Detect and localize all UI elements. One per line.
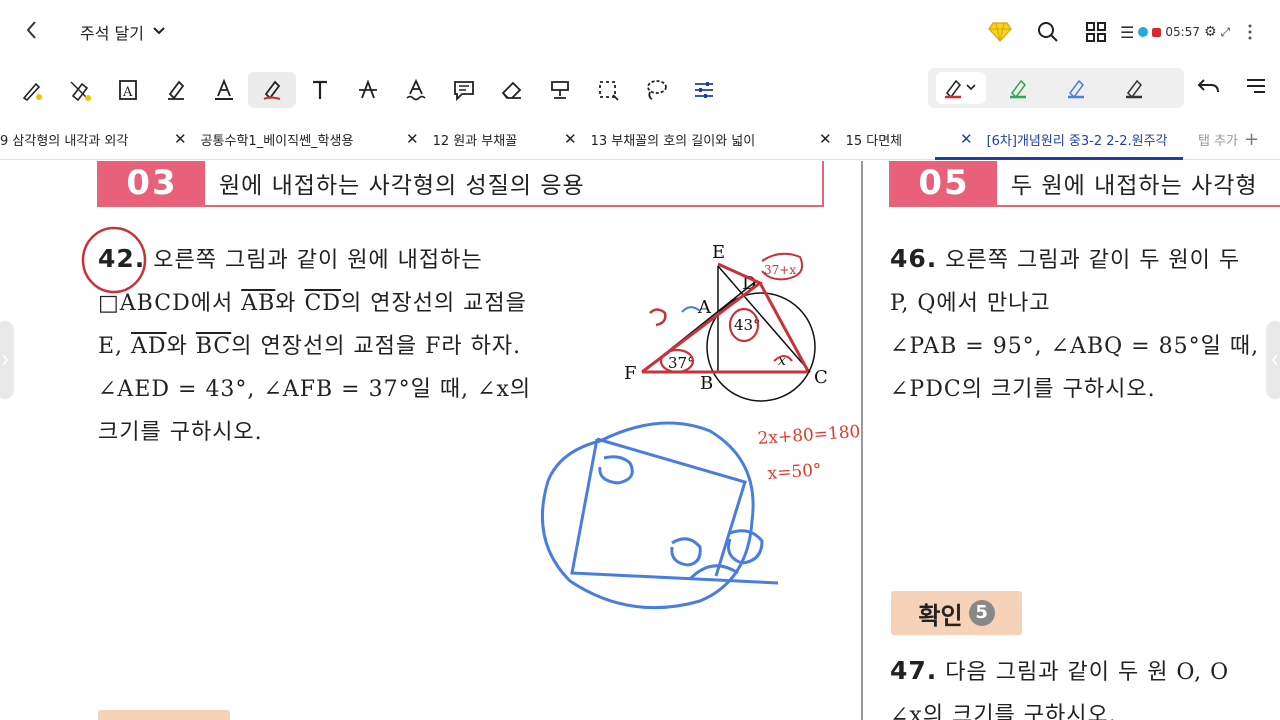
list-icon: ☰ — [1120, 22, 1135, 42]
handwritten-circle — [81, 226, 147, 294]
question-line: P, Q에서 만나고 — [890, 291, 1051, 316]
question-line: ∠PAB = 95°, ∠ABQ = 85°일 때, — [890, 334, 1260, 359]
label-c: C — [814, 367, 828, 388]
comment-icon[interactable] — [440, 72, 488, 108]
section-title: 두 원에 내접하는 사각형 — [1011, 173, 1258, 199]
next-page-handle[interactable] — [1266, 321, 1280, 399]
close-icon[interactable]: ✕ — [564, 130, 577, 148]
section-header: 05 두 원에 내접하는 사각형 — [889, 161, 1280, 207]
annotate-menu-button[interactable]: 주석 달기 — [80, 20, 166, 44]
tab-label: 13 부채꼴의 호의 길이와 넓이 — [590, 133, 756, 149]
question-number: 47. — [890, 656, 938, 685]
question-text: 다음 그림과 같이 두 원 O, O — [945, 660, 1230, 685]
highlighter-icon[interactable] — [152, 72, 200, 108]
premium-diamond-icon[interactable] — [976, 16, 1024, 48]
figure-and-handwriting: E D A F B C 43° 37° x 37+x 2x+80=180 x=5… — [81, 226, 860, 610]
geometry-figure: E D A F B C 43° 37° x — [624, 242, 828, 402]
pen-icon[interactable] — [248, 72, 296, 108]
pen-preset-red[interactable] — [936, 72, 986, 104]
active-tab-indicator — [935, 157, 1183, 160]
tab-label: [6차]개념원리 중3-2 2-2.원주각 — [986, 133, 1168, 149]
eraser-icon[interactable] — [488, 72, 536, 108]
tab-item-active[interactable]: ✕ [6차]개념원리 중3-2 2-2.원주각 — [960, 120, 1168, 158]
handwritten-answer: x=50° — [767, 460, 822, 484]
plus-icon: + — [1244, 128, 1260, 150]
chevron-left-icon[interactable] — [22, 18, 46, 46]
question-47: 47. 다음 그림과 같이 두 원 O, O ∠x의 크기를 구하시오. — [890, 649, 1280, 720]
label-a: A — [697, 297, 712, 318]
tab-label: 9 삼각형의 내각과 외각 — [0, 133, 129, 149]
label-f: F — [624, 363, 637, 384]
stamp-icon[interactable] — [536, 72, 584, 108]
more-vert-icon[interactable] — [1240, 16, 1260, 48]
select-icon[interactable] — [584, 72, 632, 108]
tab-item[interactable]: ✕ 13 부채꼴의 호의 길이와 넓이 — [564, 120, 755, 158]
record-icon — [1152, 27, 1162, 37]
page-divider — [861, 161, 863, 720]
notification-dot-icon — [1138, 27, 1149, 37]
toolbar-more-icon[interactable] — [1244, 74, 1268, 101]
text-color-icon[interactable] — [200, 72, 248, 108]
tab-bar: 9 삼각형의 내각과 외각 ✕ 공통수학1_베이직쎈_학생용 ✕ 12 원과 부… — [0, 120, 1280, 160]
pen-preset-blue[interactable] — [1052, 72, 1102, 104]
next-section-label — [98, 710, 230, 720]
question-line: 46. 오른쪽 그림과 같이 두 원이 두 — [890, 237, 1280, 282]
pen-preset-group — [928, 68, 1184, 108]
question-number: 46. — [890, 244, 938, 273]
undo-icon[interactable] — [1196, 74, 1224, 103]
annotate-menu-label: 주석 달기 — [80, 24, 144, 43]
check-label: 확인 5 — [891, 591, 1022, 635]
pen-preset-green[interactable] — [994, 72, 1044, 104]
question-46: 46. 오른쪽 그림과 같이 두 원이 두 P, Q에서 만나고 ∠PAB = … — [890, 237, 1280, 411]
svg-text:A: A — [122, 85, 133, 100]
eraser-pen-icon[interactable] — [56, 72, 104, 108]
blue-sketch — [540, 421, 779, 610]
question-line: 47. 다음 그림과 같이 두 원 O, O — [890, 649, 1280, 694]
handwritten-equation: 2x+80=180 — [757, 422, 860, 449]
strikethrough-icon[interactable] — [344, 72, 392, 108]
question-line: ∠x의 크기를 구하시오. — [890, 703, 1117, 720]
tab-label: 공통수학1_베이직쎈_학생용 — [200, 133, 354, 149]
pen-lasso-icon[interactable] — [8, 72, 56, 108]
tab-label: 12 원과 부채꼴 — [432, 133, 518, 149]
handwritten-note: 37+x — [764, 263, 796, 277]
question-text: 오른쪽 그림과 같이 두 원이 두 — [945, 248, 1241, 273]
label-b: B — [700, 373, 713, 394]
question-line: ∠PDC의 크기를 구하시오. — [890, 377, 1156, 402]
text-icon[interactable] — [296, 72, 344, 108]
status-area: ☰ 05:57 ⚙ ⤢ — [1120, 23, 1240, 42]
lasso-icon[interactable] — [632, 72, 680, 108]
wave-underline-icon[interactable] — [392, 72, 440, 108]
tab-item[interactable]: ✕ 12 원과 부채꼴 — [406, 120, 517, 158]
tab-item[interactable]: ✕ 15 다면체 — [819, 120, 902, 158]
check-number-badge: 5 — [968, 600, 995, 626]
add-tab-button[interactable]: 탭 추가 + — [1198, 120, 1259, 158]
text-box-icon[interactable]: A — [104, 72, 152, 108]
close-icon[interactable]: ✕ — [960, 130, 973, 148]
pen-preset-black[interactable] — [1110, 72, 1160, 104]
settings-sliders-icon[interactable] — [680, 72, 728, 108]
close-icon[interactable]: ✕ — [174, 130, 187, 148]
tab-label: 15 다면체 — [845, 133, 903, 149]
close-icon[interactable]: ✕ — [819, 130, 832, 148]
top-app-bar: 주석 달기 ☰ 05:57 ⚙ ⤢ — [0, 0, 1280, 64]
tab-item[interactable]: ✕ 공통수학1_베이직쎈_학생용 — [174, 120, 353, 158]
expand-icon: ⤢ — [1220, 24, 1231, 39]
label-e: E — [712, 242, 725, 263]
grid-view-icon[interactable] — [1072, 16, 1120, 48]
prev-page-handle[interactable] — [0, 321, 14, 399]
add-tab-label: 탭 추가 — [1198, 133, 1239, 149]
annotation-toolbar: A — [0, 64, 1280, 116]
section-number: 05 — [891, 161, 997, 205]
settings-icon: ⚙ — [1203, 24, 1217, 40]
close-icon[interactable]: ✕ — [406, 130, 419, 148]
tab-item[interactable]: 9 삼각형의 내각과 외각 — [0, 120, 128, 158]
chevron-down-icon — [152, 24, 166, 40]
tool-list: A — [8, 72, 728, 108]
document-view[interactable]: 03 원에 내접하는 사각형의 성질의 응용 05 두 원에 내접하는 사각형 … — [0, 161, 1280, 720]
check-label-text: 확인 — [918, 601, 963, 630]
status-time: 05:57 — [1165, 25, 1200, 39]
search-icon[interactable] — [1024, 16, 1072, 48]
top-icon-group: ☰ 05:57 ⚙ ⤢ — [976, 16, 1260, 48]
